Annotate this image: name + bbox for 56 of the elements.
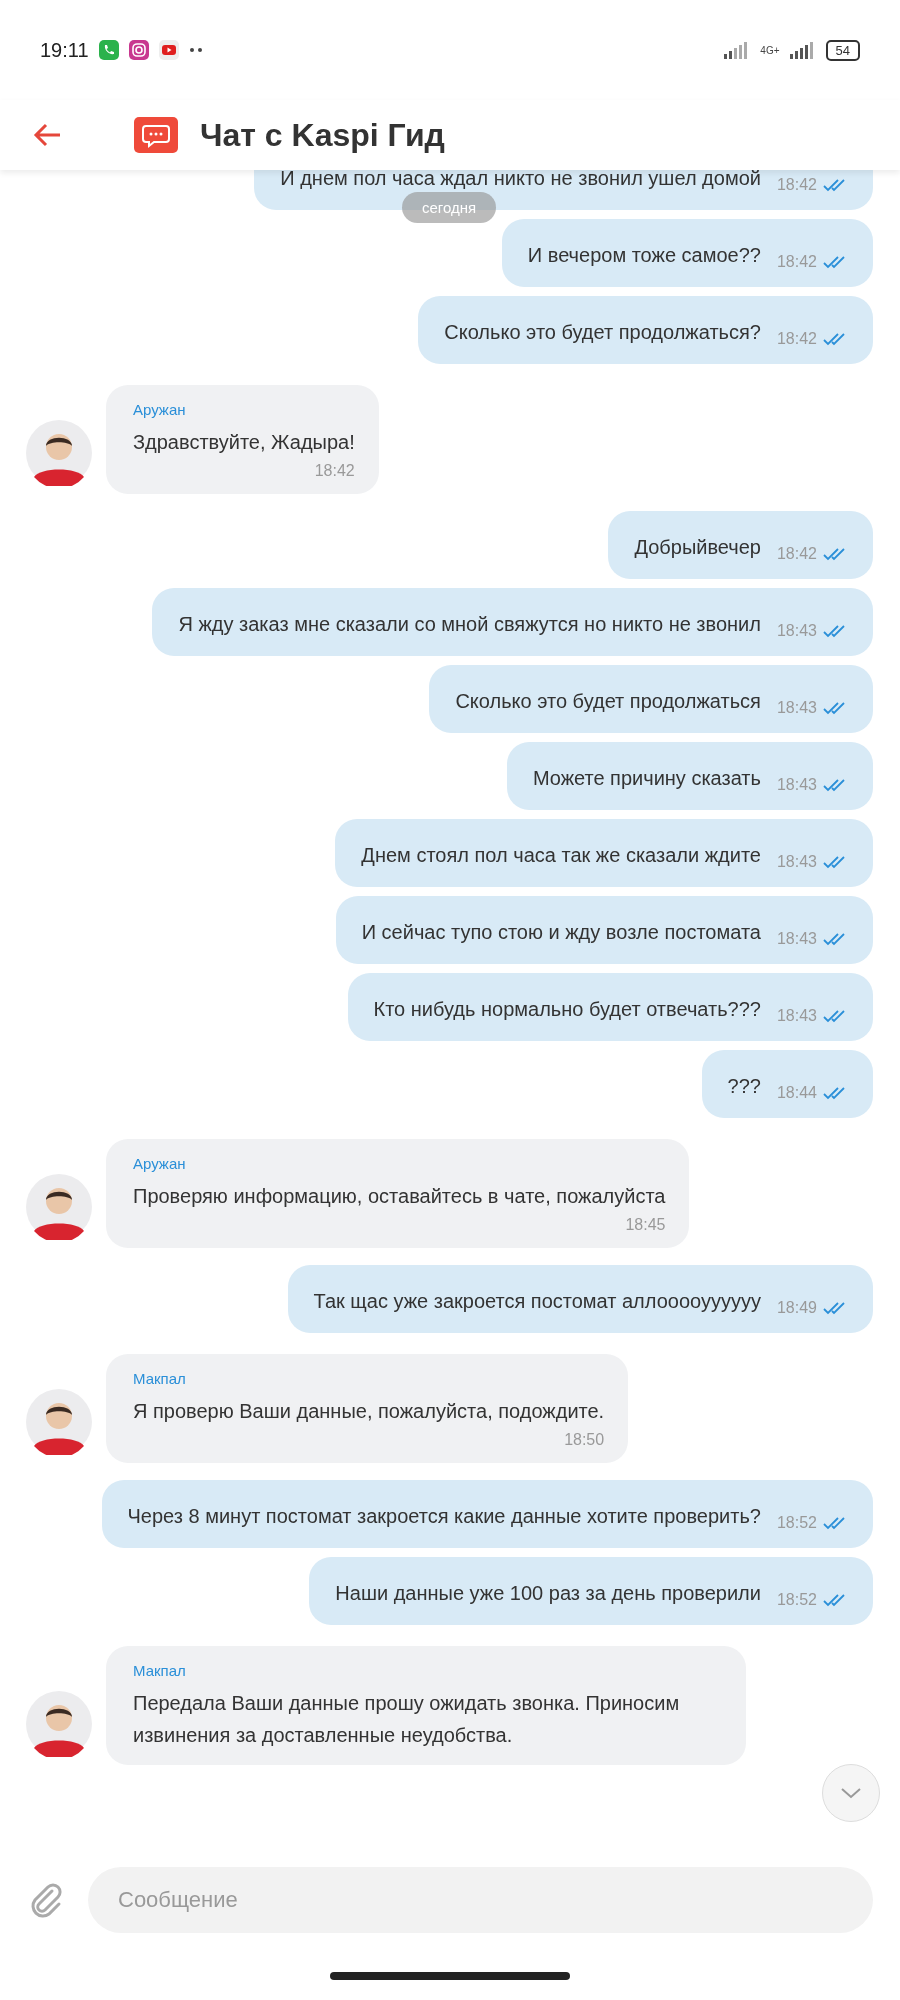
message-text: Через 8 минут постомат закроется какие данные хотите проверить? — [127, 1504, 761, 1529]
message-text: Проверяю информацию, оставайтесь в чате, пожалуйста — [133, 1184, 666, 1209]
message-time: 18:44 — [776, 1084, 817, 1102]
avatar — [26, 1389, 92, 1455]
message-text: Днем стоял пол часа так же сказали ждите — [361, 843, 761, 868]
back-arrow-icon[interactable] — [32, 122, 62, 148]
phone-app-icon — [98, 40, 119, 60]
sender-name: Макпал — [133, 1662, 187, 1679]
message-text: И вечером тоже самое?? — [527, 243, 761, 268]
message-time: 18:45 — [625, 1216, 666, 1234]
message-time: 18:42 — [776, 176, 817, 194]
message-text: Здравствуйте, Жадыра! — [133, 430, 355, 455]
message-time: 18:43 — [776, 776, 817, 794]
message-text: И сейчас тупо стою и жду возле постомата — [361, 920, 761, 945]
chat-bubble-icon — [134, 117, 178, 153]
play-app-icon — [158, 40, 179, 60]
avatar — [26, 1174, 92, 1240]
message-time: 18:52 — [776, 1514, 817, 1532]
message-time: 18:43 — [776, 930, 817, 948]
message-time: 18:43 — [776, 1007, 817, 1025]
sender-name: Аружан — [133, 1155, 187, 1172]
message-text: Сколько это будет продолжаться — [455, 689, 761, 714]
message-text: Наши данные уже 100 раз за день проверили — [335, 1581, 761, 1606]
message-text: Сколько это будет продолжаться? — [444, 320, 761, 345]
chevron-down-icon — [840, 1787, 862, 1799]
sender-name: Аружан — [133, 401, 187, 418]
message-time: 18:52 — [776, 1591, 817, 1609]
avatar — [26, 420, 92, 486]
message-text: Добрыйвечер — [634, 535, 761, 560]
message-text: Передала Ваши данные прошу ожидать звонка. Приносим извинения за доставленные неудобства. — [133, 1691, 681, 1748]
message-text: Кто нибудь нормально будет отвечать??? — [373, 997, 761, 1022]
message-time: 18:49 — [776, 1299, 817, 1317]
message-time: 18:42 — [776, 253, 817, 271]
message-text: И днем пол часа ждал никто не звонил ушел домой — [280, 170, 761, 191]
message-text: ??? — [727, 1074, 761, 1099]
message-text: Можете причину сказать — [532, 766, 761, 791]
message-time: 18:43 — [776, 853, 817, 871]
message-time: 18:43 — [776, 699, 817, 717]
camera-app-icon — [128, 40, 149, 60]
message-text: Я проверю Ваши данные, пожалуйста, подождите. — [133, 1399, 605, 1424]
message-field[interactable]: Сообщение — [88, 1867, 873, 1933]
chat-title: Чат с Kaspi Гид — [200, 116, 445, 154]
battery-level: 54 — [825, 39, 860, 61]
message-time: 18:42 — [776, 330, 817, 348]
message-time: 18:42 — [776, 545, 817, 563]
more-dots-icon — [188, 47, 203, 53]
message-text: Я жду заказ мне сказали со мной свяжутся но никто не звонил — [178, 612, 761, 637]
message-text: Так щас уже закроется постомат аллооооуууууу — [313, 1289, 761, 1314]
network-type: 4G+ — [760, 44, 780, 56]
status-time: 19:11 — [40, 38, 89, 62]
message-time: 18:50 — [564, 1431, 605, 1449]
signal-icon — [789, 41, 816, 59]
avatar — [26, 1691, 92, 1757]
message-time: 18:43 — [776, 622, 817, 640]
sender-name: Макпал — [133, 1370, 187, 1387]
message-time: 18:42 — [314, 462, 355, 480]
